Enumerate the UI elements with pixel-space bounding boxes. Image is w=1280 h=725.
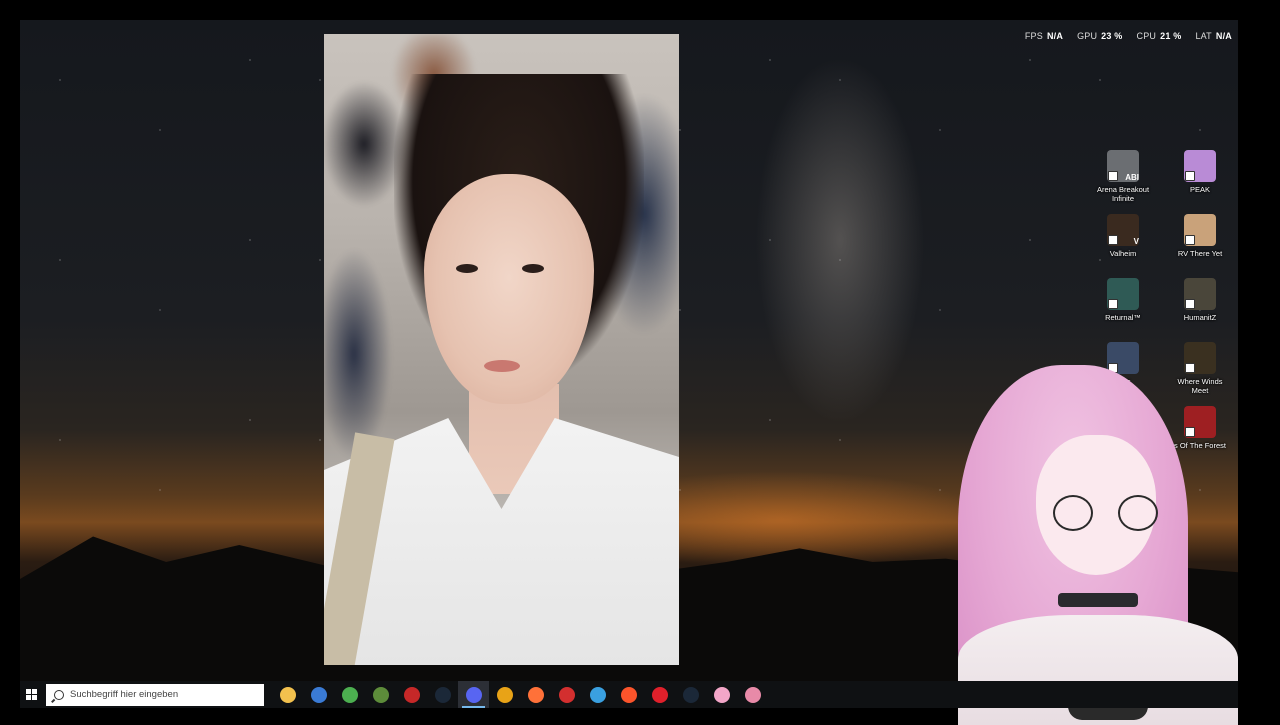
taskbar-app[interactable] (334, 681, 365, 708)
opera-icon (651, 686, 668, 703)
arena-breakout-icon: ABI (1107, 150, 1139, 182)
desktop-icon[interactable]: HumanitZ (1169, 278, 1231, 322)
perf-cpu: CPU 21 % (1137, 31, 1182, 41)
perf-label: GPU (1077, 31, 1098, 41)
desktop-icon-label: HumanitZ (1183, 313, 1217, 322)
taskbar-app[interactable] (427, 681, 458, 708)
pink-cable-icon (744, 686, 761, 703)
desktop-icon[interactable]: RV There Yet (1169, 214, 1231, 258)
photo-eye-right (522, 264, 544, 273)
perf-label: FPS (1024, 31, 1043, 41)
desktop-icon-label: Valheim (1109, 249, 1137, 258)
taskbar-app-list (272, 681, 768, 708)
valheim-icon: V (1107, 214, 1139, 246)
perf-label: LAT (1195, 31, 1212, 41)
taskbar-app[interactable] (706, 681, 737, 708)
avatar-glasses-right (1118, 495, 1158, 531)
file-explorer-icon (279, 686, 296, 703)
start-button[interactable] (20, 681, 42, 708)
taskbar-app[interactable] (489, 681, 520, 708)
sync-icon (589, 686, 606, 703)
taskbar-app[interactable] (551, 681, 582, 708)
xbox-icon (341, 686, 358, 703)
perf-label: CPU (1136, 31, 1157, 41)
image-viewer-photo[interactable] (324, 34, 679, 665)
desktop-icon-label: PEAK (1189, 185, 1210, 194)
firefox-icon (527, 686, 544, 703)
windows-logo-icon (25, 689, 37, 700)
steam-icon-2 (682, 686, 699, 703)
desktop-icon[interactable]: PEAK (1169, 150, 1231, 194)
steam-icon (434, 686, 451, 703)
desktop-icon-label: Arena Breakout Infinite (1096, 185, 1150, 203)
brave-icon (620, 686, 637, 703)
perf-value: 21 % (1160, 31, 1182, 41)
taskbar-app[interactable] (365, 681, 396, 708)
microsoft-store-icon (310, 686, 327, 703)
photo-eye-left (456, 264, 478, 273)
taskbar-app[interactable] (675, 681, 706, 708)
taskbar-app[interactable] (396, 681, 427, 708)
perf-lat: LAT N/A (1195, 31, 1232, 41)
taskbar-app[interactable] (272, 681, 303, 708)
discord-icon (465, 686, 482, 703)
desktop-icon[interactable]: Returnal™ (1092, 278, 1154, 322)
taskbar-app[interactable] (644, 681, 675, 708)
returnal-icon (1107, 278, 1139, 310)
desktop-icon[interactable]: V Valheim (1092, 214, 1154, 258)
taskbar-app[interactable] (737, 681, 768, 708)
vtuber-avatar-overlay (918, 365, 1240, 725)
perf-value: N/A (1046, 31, 1064, 41)
notepad-red-icon (403, 686, 420, 703)
taskbar-search-box[interactable]: Suchbegriff hier eingeben (46, 683, 264, 706)
taskbar-app[interactable] (520, 681, 551, 708)
humanitz-icon (1184, 278, 1216, 310)
perf-value: 23 % (1101, 31, 1123, 41)
peak-icon (1184, 150, 1216, 182)
perf-value: N/A (1215, 31, 1232, 41)
search-placeholder: Suchbegriff hier eingeben (70, 689, 179, 700)
minecraft-icon (372, 686, 389, 703)
taskbar: Suchbegriff hier eingeben (20, 681, 1238, 708)
chrome-icon (496, 686, 513, 703)
avatar-choker (1058, 593, 1138, 607)
speedometer-icon (558, 686, 575, 703)
perf-fps: FPS N/A (1025, 31, 1063, 41)
taskbar-app[interactable] (613, 681, 644, 708)
taskbar-app[interactable] (582, 681, 613, 708)
perf-gpu: GPU 23 % (1077, 31, 1122, 41)
taskbar-app[interactable] (458, 681, 489, 708)
avatar-glasses-left (1053, 495, 1093, 531)
desktop-icon[interactable]: ABI Arena Breakout Infinite (1092, 150, 1154, 203)
pink-app-icon (713, 686, 730, 703)
performance-overlay: FPS N/A GPU 23 % CPU 21 % LAT N/A (1025, 31, 1232, 41)
photo-lips (484, 360, 520, 372)
taskbar-app[interactable] (303, 681, 334, 708)
rv-there-yet-icon (1184, 214, 1216, 246)
search-icon (54, 689, 64, 700)
desktop-icon-label: Returnal™ (1105, 313, 1141, 322)
desktop-icon-label: RV There Yet (1177, 249, 1223, 258)
